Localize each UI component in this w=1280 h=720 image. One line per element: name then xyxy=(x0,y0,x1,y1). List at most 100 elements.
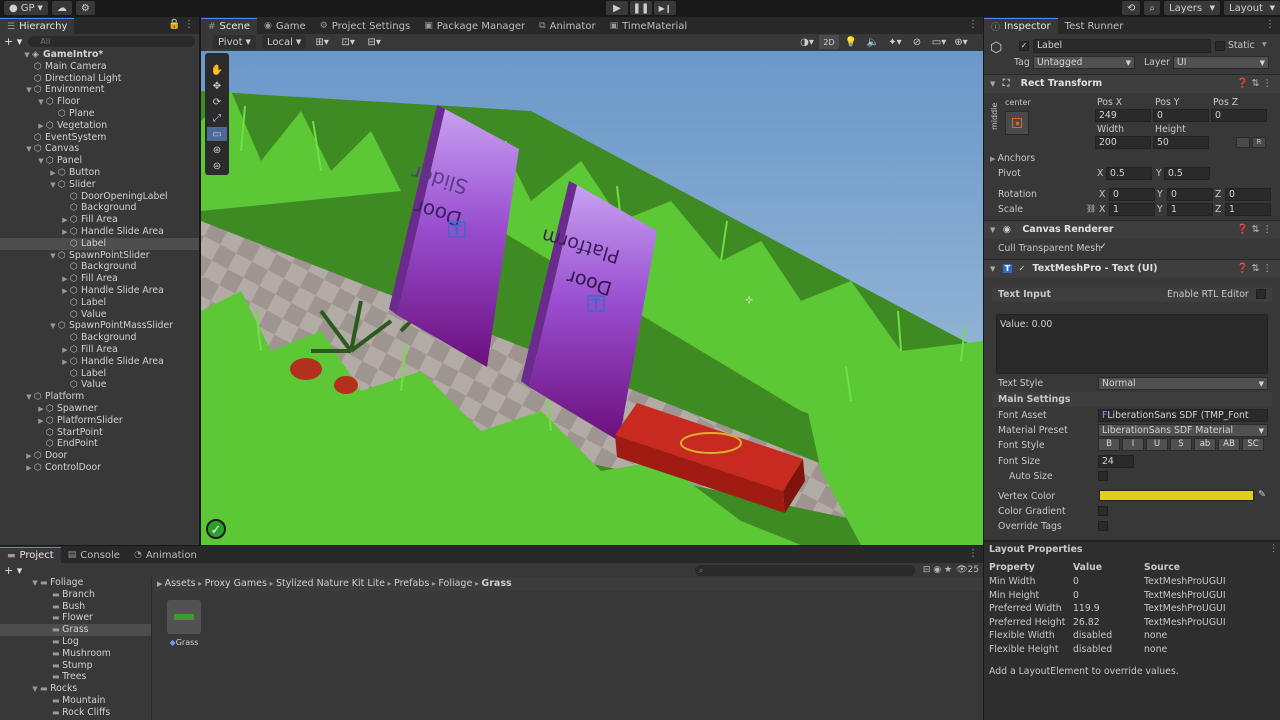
scale-x-field[interactable]: 1 xyxy=(1109,203,1155,216)
layers-dropdown[interactable]: Layers ▼ xyxy=(1164,1,1220,15)
font-style-button[interactable]: AB xyxy=(1218,438,1240,451)
breadcrumb-item[interactable]: Stylized Nature Kit Lite xyxy=(276,578,385,589)
audio-icon[interactable]: 🔈 xyxy=(863,35,883,49)
hierarchy-item[interactable]: ⬡ Main Camera xyxy=(0,61,199,73)
breadcrumb-item[interactable]: Grass xyxy=(481,578,511,589)
canvas-renderer-header[interactable]: ▼ ◉ Canvas Renderer ❓ ⇅ ⋮ xyxy=(984,220,1280,239)
hierarchy-item[interactable]: ▶ ⬡ Vegetation xyxy=(0,120,199,132)
blueprint-mode-button[interactable] xyxy=(1236,137,1250,148)
filter-icons[interactable]: ⊟ ◉ ★ xyxy=(923,565,952,575)
hierarchy-item[interactable]: ⬡ Label xyxy=(0,368,199,380)
font-style-button[interactable]: S xyxy=(1170,438,1192,451)
hierarchy-item[interactable]: ▼ ⬡ Panel xyxy=(0,155,199,167)
visibility-icon[interactable]: ⊘ xyxy=(907,35,927,49)
expand-arrow-icon[interactable]: ▼ xyxy=(30,577,40,589)
hierarchy-search-input[interactable]: All xyxy=(28,35,195,47)
hierarchy-item[interactable]: ▼ ◈ GameIntro* xyxy=(0,49,199,61)
text-input-area[interactable]: Value: 0.00 xyxy=(996,314,1268,374)
hierarchy-item[interactable]: ▼ ⬡ Environment xyxy=(0,84,199,96)
font-style-button[interactable]: I xyxy=(1122,438,1144,451)
panel-menu-icon[interactable]: ⋮ xyxy=(968,548,978,559)
rotation-y-field[interactable]: 0 xyxy=(1167,188,1213,201)
breadcrumb-item[interactable]: Foliage xyxy=(438,578,472,589)
hierarchy-item[interactable]: ⬡ Background xyxy=(0,261,199,273)
project-folder-item[interactable]: ▼ ▬ Rocks xyxy=(0,683,151,695)
tab-timematerial[interactable]: ▣ TimeMaterial xyxy=(603,18,695,34)
active-checkbox[interactable]: ✓ xyxy=(1019,41,1029,51)
hierarchy-item[interactable]: ▶ ⬡ PlatformSlider xyxy=(0,415,199,427)
toggle-2d-button[interactable]: 2D xyxy=(819,35,839,49)
project-folder-item[interactable]: ▬ Mushroom xyxy=(0,648,151,660)
project-folder-item[interactable]: ▼ ▬ Foliage xyxy=(0,577,151,589)
hierarchy-item[interactable]: ⬡ EndPoint xyxy=(0,438,199,450)
tab-inspector[interactable]: ⓘ Inspector xyxy=(984,18,1058,34)
expand-arrow-icon[interactable]: ▼ xyxy=(36,155,46,167)
expand-arrow-icon[interactable]: ▼ xyxy=(36,96,46,108)
asset-item[interactable]: ◆Grass xyxy=(164,600,204,648)
project-folder-item[interactable]: ▬ Branch xyxy=(0,589,151,601)
panel-menu-icon[interactable]: ⋮ xyxy=(968,19,978,30)
anchors-foldout[interactable]: ▶ Anchors xyxy=(990,153,1035,164)
add-button[interactable]: + ▾ xyxy=(4,35,22,48)
height-field[interactable]: 50 xyxy=(1153,136,1209,149)
hierarchy-item[interactable]: ▼ ⬡ Platform xyxy=(0,391,199,403)
expand-arrow-icon[interactable]: ▼ xyxy=(30,683,40,695)
expand-arrow-icon[interactable]: ▼ xyxy=(48,179,58,191)
tab-project[interactable]: ▬ Project xyxy=(0,547,61,563)
snap-increment-icon[interactable]: ⊡▾ xyxy=(338,35,358,49)
hierarchy-item[interactable]: ⬡ Plane xyxy=(0,108,199,120)
hierarchy-item[interactable]: ▶ ⬡ Fill Area xyxy=(0,273,199,285)
hierarchy-item[interactable]: ⬡ DoorOpeningLabel xyxy=(0,191,199,203)
component-menu-icons[interactable]: ❓ ⇅ ⋮ xyxy=(1237,221,1272,239)
hierarchy-item[interactable]: ▼ ⬡ Floor xyxy=(0,96,199,108)
material-preset-dropdown[interactable]: LiberationSans SDF Material ▼ xyxy=(1098,424,1268,437)
collapse-arrow-icon[interactable]: ▶ xyxy=(48,167,58,179)
vertex-color-swatch[interactable] xyxy=(1099,490,1254,501)
hierarchy-item[interactable]: ▶ ⬡ Handle Slide Area xyxy=(0,285,199,297)
auto-size-checkbox[interactable] xyxy=(1098,471,1108,481)
font-size-field[interactable]: 24 xyxy=(1098,455,1134,468)
expand-arrow-icon[interactable]: ▼ xyxy=(48,320,58,332)
hierarchy-item[interactable]: ▶ ⬡ Handle Slide Area xyxy=(0,226,199,238)
hierarchy-item[interactable]: ▶ ⬡ Fill Area xyxy=(0,344,199,356)
hierarchy-item[interactable]: ▶ ⬡ Spawner xyxy=(0,403,199,415)
posy-field[interactable]: 0 xyxy=(1153,109,1209,122)
project-folder-item[interactable]: ▬ Flower xyxy=(0,612,151,624)
collapse-arrow-icon[interactable]: ▶ xyxy=(60,344,70,356)
static-checkbox[interactable] xyxy=(1215,41,1225,51)
pivot-x-field[interactable]: 0.5 xyxy=(1106,167,1152,180)
width-field[interactable]: 200 xyxy=(1095,136,1151,149)
component-menu-icons[interactable]: ❓ ⇅ ⋮ xyxy=(1237,75,1272,93)
anchor-preset-button[interactable] xyxy=(1005,111,1029,135)
override-tags-checkbox[interactable] xyxy=(1098,521,1108,531)
tab-console[interactable]: ▤ Console xyxy=(61,547,127,563)
expand-arrow-icon[interactable]: ▼ xyxy=(22,49,32,61)
history-button[interactable]: ⟲ xyxy=(1122,1,1141,15)
font-style-button[interactable]: B xyxy=(1098,438,1120,451)
collapse-arrow-icon[interactable]: ▶ xyxy=(60,214,70,226)
hierarchy-item[interactable]: ⬡ Label xyxy=(0,297,199,309)
align-icon[interactable]: ⊟▾ xyxy=(364,35,384,49)
color-gradient-checkbox[interactable] xyxy=(1098,506,1108,516)
hierarchy-item[interactable]: ▶ ⬡ Fill Area xyxy=(0,214,199,226)
hierarchy-item[interactable]: ⬡ EventSystem xyxy=(0,132,199,144)
add-button[interactable]: + ▾ xyxy=(4,564,22,577)
text-style-dropdown[interactable]: Normal ▼ xyxy=(1098,377,1268,390)
pivot-y-field[interactable]: 0.5 xyxy=(1164,167,1210,180)
rtl-checkbox[interactable] xyxy=(1256,289,1266,299)
eyedropper-icon[interactable]: ✎ xyxy=(1258,489,1266,500)
lighting-icon[interactable]: 💡 xyxy=(841,35,861,49)
tab-animation[interactable]: ◔ Animation xyxy=(127,547,204,563)
step-button[interactable]: ▶❙ xyxy=(654,1,676,15)
layer-dropdown[interactable]: UI ▼ xyxy=(1173,56,1269,69)
hierarchy-item[interactable]: ▼ ⬡ SpawnPointSlider xyxy=(0,250,199,262)
tab-scene[interactable]: # Scene xyxy=(201,18,258,34)
cull-checkbox[interactable]: ✓ xyxy=(1098,243,1108,253)
posz-field[interactable]: 0 xyxy=(1211,109,1267,122)
enabled-check-icon[interactable]: ✓ xyxy=(1018,264,1025,273)
layout-dropdown[interactable]: Layout ▼ xyxy=(1224,1,1280,15)
project-folder-item[interactable]: ▬ Mountain xyxy=(0,695,151,707)
rotation-z-field[interactable]: 0 xyxy=(1225,188,1271,201)
tab-hierarchy[interactable]: ☰ Hierarchy xyxy=(0,18,75,34)
custom-tool-icon[interactable]: ⊜ xyxy=(207,159,227,173)
